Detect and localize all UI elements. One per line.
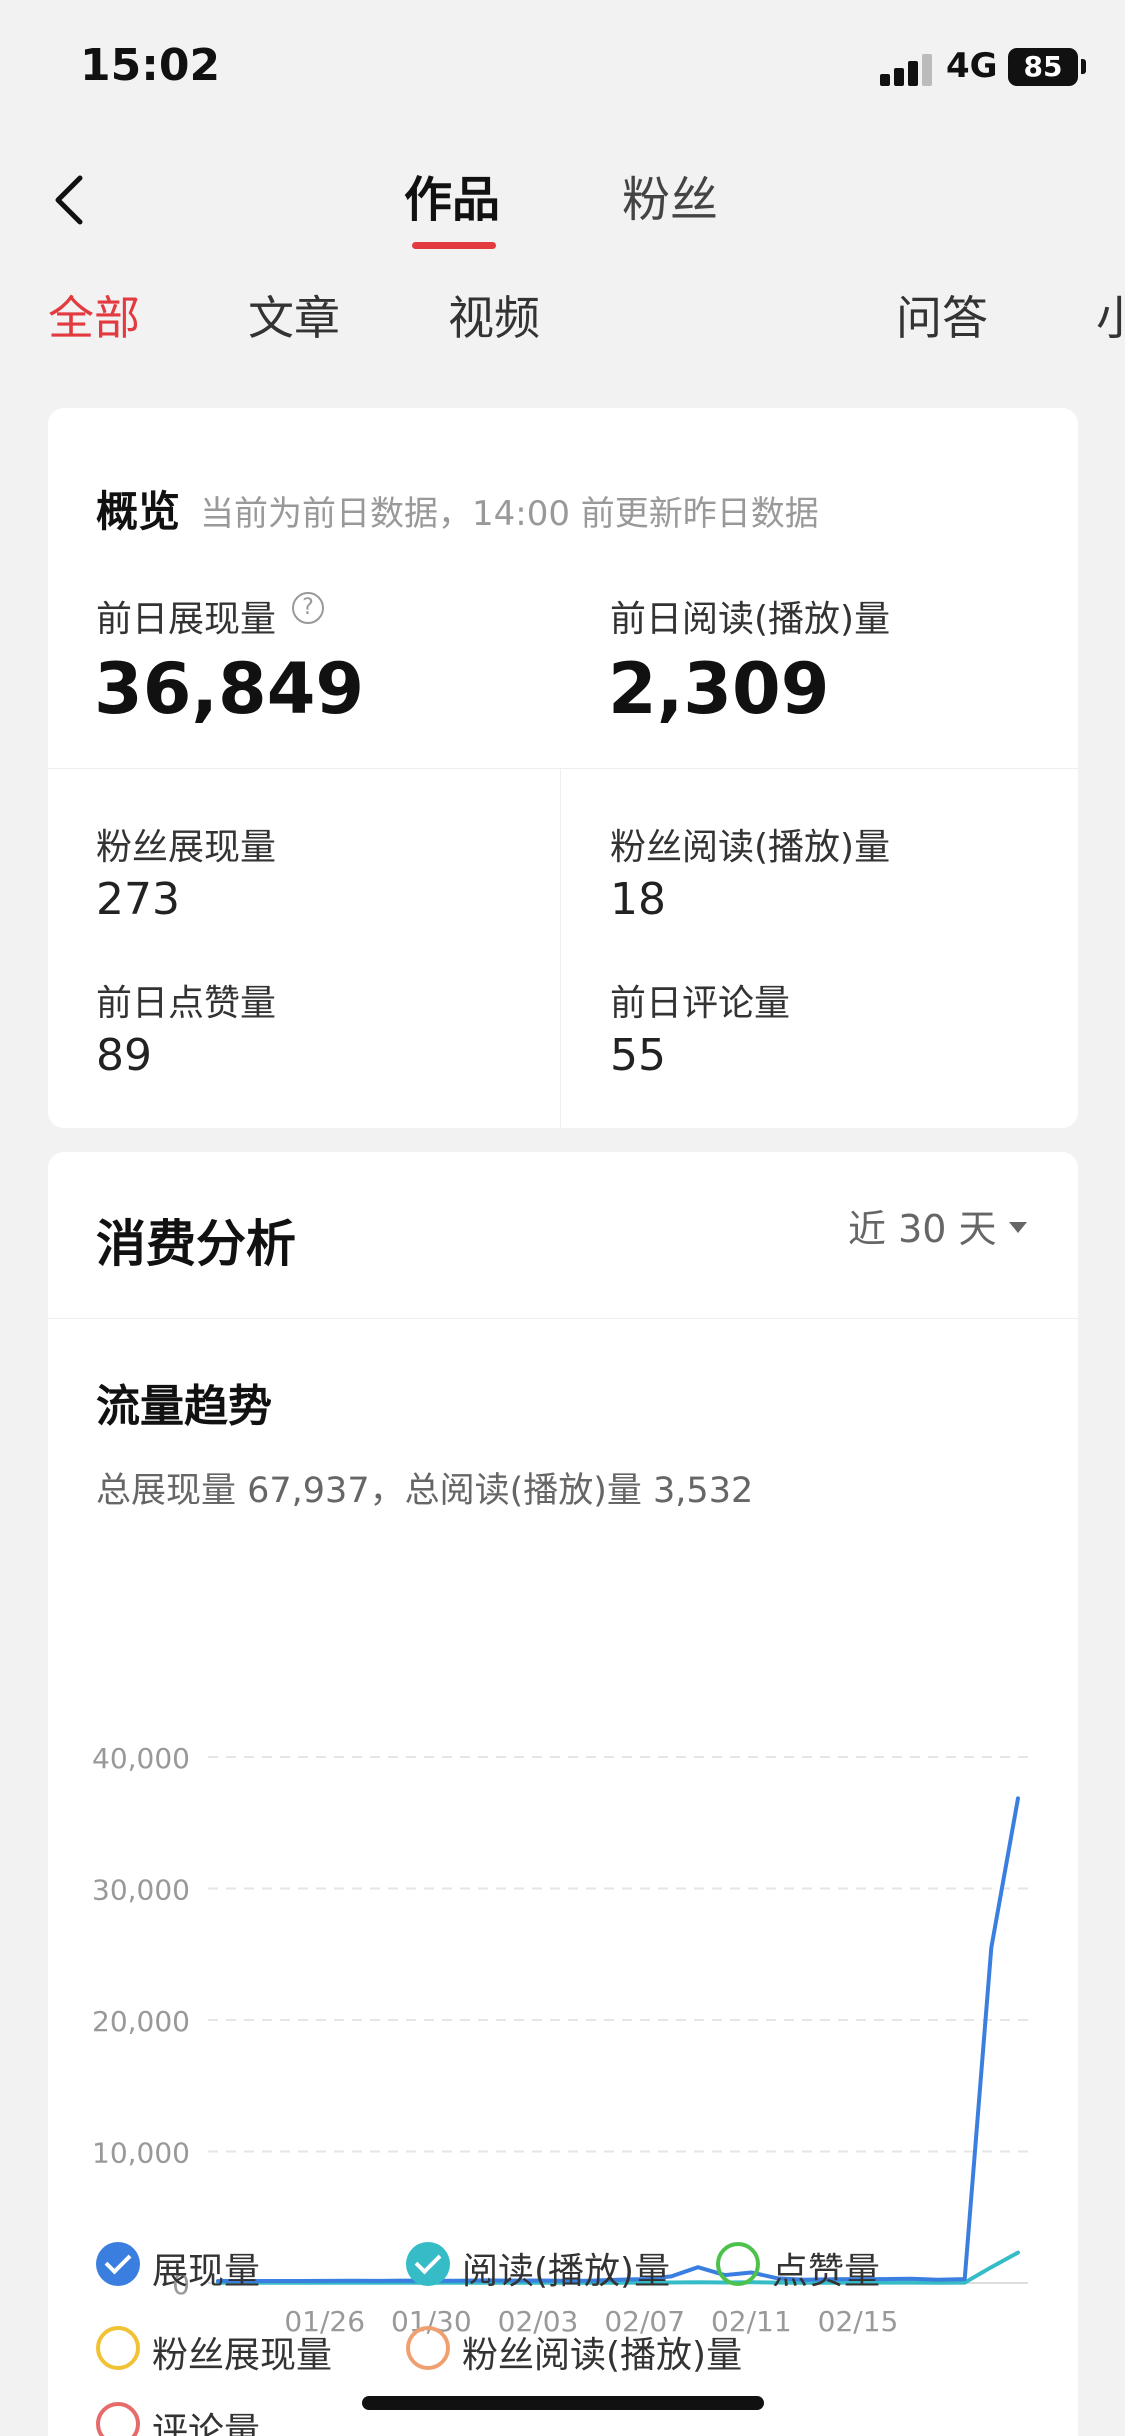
likes-value: 89 <box>96 1030 152 1081</box>
checked-circle-icon[interactable] <box>406 2242 450 2286</box>
overview-divider <box>48 768 1078 769</box>
overview-subtitle: 当前为前日数据，14:00 前更新昨日数据 <box>200 494 819 534</box>
y-tick-label: 10,000 <box>92 2137 190 2170</box>
fan-impressions-value: 273 <box>96 874 180 925</box>
reads-value: 2,309 <box>608 648 830 730</box>
status-time: 15:02 <box>80 40 221 91</box>
comments-label: 前日评论量 <box>610 983 791 1024</box>
checked-circle-icon[interactable] <box>96 2242 140 2286</box>
help-icon[interactable]: ? <box>292 592 324 624</box>
category-qa[interactable]: 问答 <box>896 282 988 348</box>
impressions-value: 36,849 <box>94 648 365 730</box>
fan-reads-label: 粉丝阅读(播放)量 <box>610 827 891 868</box>
reads-label: 前日阅读(播放)量 <box>610 599 891 640</box>
status-bar: 15:02 4G 85 <box>0 0 1125 130</box>
traffic-trend-chart: 010,00020,00030,00040,00001/26 01/30 02/03… <box>92 1742 1028 2338</box>
range-label: 近 30 天 <box>848 1207 997 1251</box>
likes-label: 前日点赞量 <box>96 983 277 1024</box>
signal-icon <box>880 52 934 86</box>
fan-reads-value: 18 <box>610 874 666 925</box>
tab-fans[interactable]: 粉丝 <box>622 160 718 230</box>
network-label: 4G <box>946 46 998 86</box>
category-more[interactable]: 小 <box>1096 282 1125 348</box>
legend-label: 展现量 <box>152 2251 261 2292</box>
legend-label: 点赞量 <box>772 2251 881 2292</box>
overview-divider-vertical <box>560 768 561 1128</box>
legend-label: 阅读(播放)量 <box>462 2251 671 2292</box>
caret-down-icon <box>1008 1222 1027 1233</box>
category-all[interactable]: 全部 <box>48 282 140 348</box>
impressions-label: 前日展现量 <box>96 599 277 640</box>
consumption-card: 消费分析 近 30 天 流量趋势 总展现量 67,937，总阅读(播放)量 3,… <box>48 1152 1078 2436</box>
x-tick-label: 02/15 <box>818 2305 899 2338</box>
overview-card: 概览 当前为前日数据，14:00 前更新昨日数据 前日展现量 ? 36,849 … <box>48 408 1078 1128</box>
back-icon[interactable] <box>46 170 96 230</box>
trend-title: 流量趋势 <box>96 1381 272 1432</box>
legend-label: 粉丝展现量 <box>152 2335 333 2376</box>
category-video[interactable]: 视频 <box>448 282 540 348</box>
range-dropdown[interactable]: 近 30 天 <box>848 1198 1027 1258</box>
y-tick-label: 30,000 <box>92 1874 190 1907</box>
battery-icon: 85 <box>1008 48 1078 86</box>
tab-works[interactable]: 作品 <box>404 160 500 230</box>
unchecked-circle-icon[interactable] <box>716 2242 760 2286</box>
series-line <box>216 1796 1020 2283</box>
battery-tip <box>1081 59 1086 74</box>
category-article[interactable]: 文章 <box>248 282 340 348</box>
unchecked-circle-icon[interactable] <box>406 2326 450 2370</box>
trend-summary: 总展现量 67,937，总阅读(播放)量 3,532 <box>96 1471 754 1511</box>
legend-label: 粉丝阅读(播放)量 <box>462 2335 743 2376</box>
tab-indicator <box>412 242 496 249</box>
home-indicator <box>362 2396 764 2410</box>
comments-value: 55 <box>610 1030 666 1081</box>
y-tick-label: 40,000 <box>92 1742 190 1775</box>
unchecked-circle-icon[interactable] <box>96 2402 140 2436</box>
consumption-title: 消费分析 <box>96 1215 296 1273</box>
unchecked-circle-icon[interactable] <box>96 2326 140 2370</box>
overview-title: 概览 <box>96 487 181 536</box>
consumption-divider <box>48 1318 1078 1319</box>
fan-impressions-label: 粉丝展现量 <box>96 827 277 868</box>
legend-label: 评论量 <box>152 2411 261 2436</box>
y-tick-label: 20,000 <box>92 2005 190 2038</box>
